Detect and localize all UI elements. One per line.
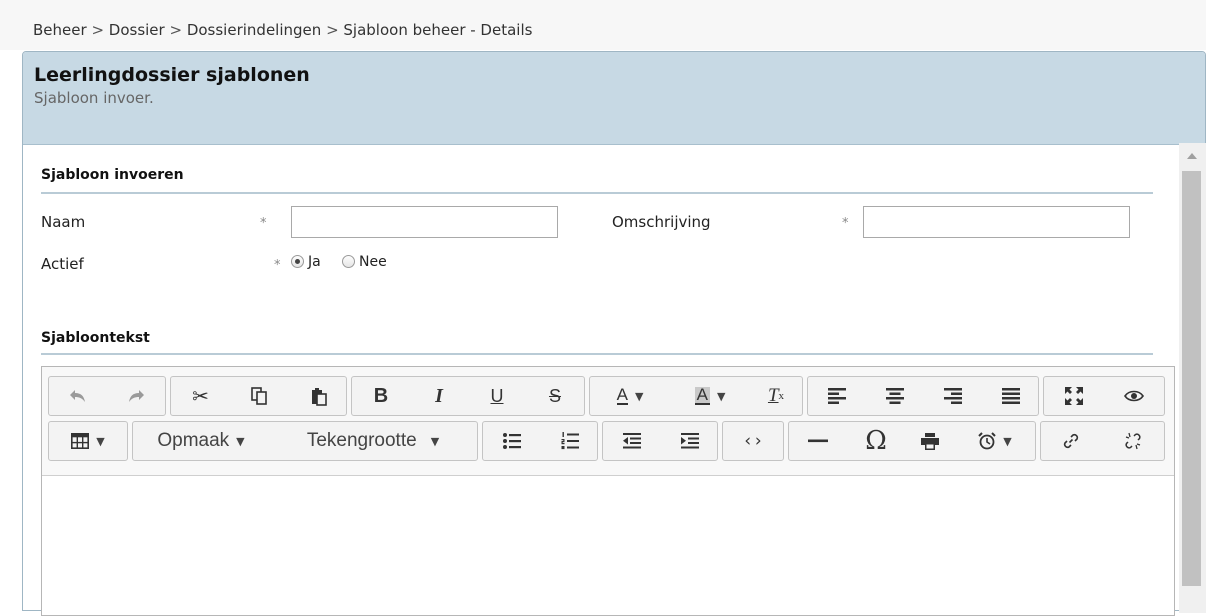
toolbar-group-document: ‹› (722, 421, 784, 461)
page-title: Leerlingdossier sjablonen (34, 64, 310, 86)
editor-toolbar: ✂ B I U S A ▼ A ▼ Tx ▼ Opmaak ▼ Tekengro… (42, 367, 1174, 476)
table-icon[interactable]: ▼ (49, 422, 127, 460)
font-size-dropdown-label: Tekengrootte (306, 430, 417, 451)
scroll-up-icon[interactable] (1187, 153, 1197, 159)
preview-icon[interactable] (1104, 377, 1164, 415)
toolbar-group-lists (482, 421, 598, 461)
numbered-list-icon[interactable] (541, 422, 599, 460)
actief-ja-radio[interactable] (291, 255, 304, 268)
outdent-icon[interactable] (603, 422, 661, 460)
toolbar-group-colors: A ▼ A ▼ Tx (589, 376, 803, 416)
timestamp-icon[interactable]: ▼ (955, 422, 1035, 460)
breadcrumb-item-current: Sjabloon beheer - Details (343, 21, 533, 39)
breadcrumb-item-dossier[interactable]: Dossier (109, 21, 165, 39)
align-right-icon[interactable] (924, 377, 982, 415)
toolbar-group-insert: Ω ▼ (788, 421, 1036, 461)
section-title-sjabloon-invoeren: Sjabloon invoeren (41, 167, 184, 183)
unlink-icon[interactable] (1101, 422, 1164, 460)
omschrijving-label: Omschrijving (612, 213, 711, 231)
redo-icon[interactable] (107, 377, 165, 415)
breadcrumb-separator: > (169, 21, 187, 39)
strikethrough-icon[interactable]: S (526, 377, 584, 415)
toolbar-group-clipboard: ✂ (170, 376, 347, 416)
special-char-icon[interactable]: Ω (847, 422, 905, 460)
toolbar-group-indent (602, 421, 718, 461)
section-title-sjabloontekst: Sjabloontekst (41, 330, 150, 346)
naam-input[interactable] (291, 206, 558, 238)
text-color-icon[interactable]: A ▼ (590, 377, 670, 415)
scrollbar-thumb[interactable] (1182, 171, 1201, 586)
italic-icon[interactable]: I (410, 377, 468, 415)
toolbar-group-basic-styles: B I U S (351, 376, 585, 416)
required-marker: * (260, 216, 267, 231)
align-justify-icon[interactable] (982, 377, 1040, 415)
breadcrumb-separator: > (326, 21, 344, 39)
breadcrumb: Beheer > Dossier > Dossierindelingen > S… (0, 0, 1206, 50)
omschrijving-input[interactable] (863, 206, 1130, 238)
breadcrumb-separator: > (91, 21, 109, 39)
actief-label: Actief (41, 255, 84, 273)
toolbar-group-alignment (807, 376, 1039, 416)
maximize-icon[interactable] (1044, 377, 1104, 415)
font-size-dropdown[interactable]: Tekengrootte ▼ (269, 422, 477, 460)
remove-format-icon[interactable]: Tx (750, 377, 802, 415)
bulleted-list-icon[interactable] (483, 422, 541, 460)
chevron-down-icon: ▼ (430, 434, 440, 448)
naam-label: Naam (41, 213, 86, 231)
page-subtitle: Sjabloon invoer. (34, 89, 154, 107)
toolbar-group-links (1040, 421, 1165, 461)
copy-icon[interactable] (230, 377, 289, 415)
undo-icon[interactable] (49, 377, 107, 415)
source-icon[interactable]: ‹› (723, 422, 783, 460)
toolbar-group-table: ▼ (48, 421, 128, 461)
toolbar-group-tools (1043, 376, 1165, 416)
format-dropdown-label: Opmaak (157, 430, 230, 451)
actief-ja-label[interactable]: Ja (308, 253, 321, 271)
print-icon[interactable] (905, 422, 955, 460)
format-dropdown[interactable]: Opmaak ▼ (133, 422, 269, 460)
toolbar-group-history (48, 376, 166, 416)
section-divider (41, 192, 1153, 194)
bold-icon[interactable]: B (352, 377, 410, 415)
align-center-icon[interactable] (866, 377, 924, 415)
indent-icon[interactable] (661, 422, 719, 460)
breadcrumb-item-beheer[interactable]: Beheer (33, 21, 87, 39)
required-marker: * (274, 258, 281, 273)
toolbar-group-styles: Opmaak ▼ Tekengrootte ▼ (132, 421, 478, 461)
cut-icon[interactable]: ✂ (171, 377, 230, 415)
panel-header: Leerlingdossier sjablonen Sjabloon invoe… (23, 52, 1205, 145)
actief-nee-radio[interactable] (342, 255, 355, 268)
paste-icon[interactable] (289, 377, 348, 415)
link-icon[interactable] (1041, 422, 1101, 460)
chevron-down-icon: ▼ (236, 434, 245, 448)
actief-nee-label[interactable]: Nee (359, 253, 387, 271)
horizontal-rule-icon[interactable] (789, 422, 847, 460)
background-color-icon[interactable]: A ▼ (670, 377, 750, 415)
editor-content-area[interactable] (42, 476, 1174, 615)
vertical-scrollbar[interactable] (1179, 143, 1206, 613)
underline-icon[interactable]: U (468, 377, 526, 415)
section-divider (41, 353, 1153, 355)
breadcrumb-item-dossierindelingen[interactable]: Dossierindelingen (187, 21, 321, 39)
rich-text-editor: ✂ B I U S A ▼ A ▼ Tx ▼ Opmaak ▼ Tekengro… (41, 366, 1175, 616)
align-left-icon[interactable] (808, 377, 866, 415)
required-marker: * (842, 216, 849, 231)
